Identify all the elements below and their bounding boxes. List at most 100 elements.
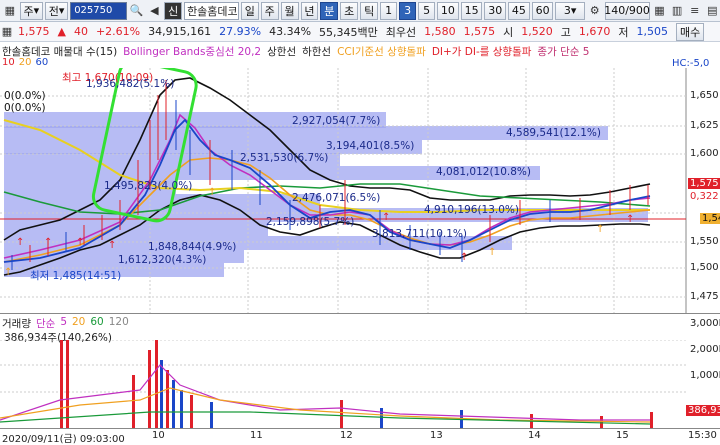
settings-icon[interactable]: ⚙: [587, 2, 603, 20]
change-percent: +2.61%: [95, 25, 141, 38]
price-tick: 1,650: [690, 90, 719, 101]
svg-text:↑: ↑: [44, 237, 52, 248]
speaker-icon[interactable]: ◀: [147, 2, 163, 20]
stock-code-input[interactable]: 025750: [70, 1, 127, 20]
bars-icon[interactable]: ▥: [669, 2, 685, 20]
volume-bars: [60, 340, 653, 428]
time-label: 12: [340, 430, 353, 441]
volume-ma-5[interactable]: 5: [60, 316, 67, 331]
volume-chart[interactable]: [0, 340, 686, 428]
period-tick[interactable]: 틱: [360, 1, 379, 20]
vp-label: 1,495,823(4.0%): [104, 180, 193, 192]
grid-icon[interactable]: ▦: [2, 2, 18, 20]
volume-ma-60[interactable]: 60: [90, 316, 103, 331]
minute-custom-select[interactable]: 3 ▾: [555, 1, 585, 20]
volume-ma-120[interactable]: 120: [109, 316, 129, 331]
change-value: 40: [73, 25, 88, 38]
market-select[interactable]: 주 ▾: [19, 1, 43, 20]
time-label: 10: [152, 430, 165, 441]
legend-volume-profile[interactable]: 한솔홈데코 매물대 수(15): [2, 44, 117, 58]
vp-label: 1,612,320(4.3%): [118, 254, 207, 266]
current-price-tag: 1,575: [688, 178, 720, 189]
low-marker: 최저 1,485(14:51): [30, 270, 122, 282]
volume-ma-label[interactable]: 단순: [36, 316, 55, 331]
pin-icon[interactable]: ▦: [0, 23, 14, 41]
ratio-percent: 43.34%: [269, 25, 312, 38]
legend-cci[interactable]: CCI기준선 상향돌파: [337, 44, 426, 58]
svg-text:↑: ↑: [76, 237, 84, 248]
svg-text:↑: ↑: [16, 237, 24, 248]
list-icon[interactable]: ≡: [687, 2, 703, 20]
legend-lower[interactable]: 하한선: [302, 44, 331, 58]
time-label: 11: [250, 430, 263, 441]
change-arrow-icon: ▲: [57, 25, 66, 38]
minute-5[interactable]: 5: [418, 1, 436, 20]
period-year[interactable]: 년: [300, 1, 319, 20]
ask-price: 1,580: [424, 25, 456, 38]
svg-text:↑: ↑: [626, 214, 634, 225]
price-tick: 1,475: [690, 291, 719, 302]
stock-name-field: 한솔홈데코: [184, 1, 239, 20]
period-day[interactable]: 일: [240, 1, 259, 20]
legend-bollinger[interactable]: Bollinger Bands중심선 20,2: [123, 44, 261, 58]
search-icon[interactable]: 🔍: [129, 2, 145, 20]
turnover-percent: 27.93%: [219, 25, 262, 38]
time-label: 13: [430, 430, 443, 441]
high-price: 1,670: [578, 25, 611, 38]
sub-tag: 0,322: [690, 191, 719, 202]
vp-label: 4,589,541(12.1%): [506, 127, 601, 139]
trade-amount: 55,345백만: [319, 25, 378, 39]
legend-di[interactable]: DI+가 DI-를 상향돌파: [432, 44, 532, 58]
svg-text:↑: ↑: [208, 187, 216, 198]
volume: 34,915,161: [148, 25, 212, 38]
legend-upper[interactable]: 상한선: [267, 44, 296, 58]
svg-text:↑: ↑: [382, 212, 390, 223]
grid-small-icon[interactable]: ▦: [652, 2, 668, 20]
legend-close-ma[interactable]: 종가 단순 5: [537, 44, 589, 58]
minute-30[interactable]: 30: [484, 1, 507, 20]
sin-button[interactable]: 신: [164, 1, 183, 20]
period-type-select[interactable]: 전 ▾: [44, 1, 69, 20]
minute-45[interactable]: 45: [508, 1, 530, 20]
low-price: 1,505: [636, 25, 669, 38]
period-second[interactable]: 초: [340, 1, 359, 20]
svg-text:↑: ↑: [108, 240, 116, 251]
indicator-legend: 한솔홈데코 매물대 수(15) Bollinger Bands중심선 20,2 …: [2, 44, 589, 58]
vp-label: 2,476,071(6.5%): [292, 192, 381, 204]
volume-ma-20[interactable]: 20: [72, 316, 85, 331]
price-tick: 1,625: [690, 120, 719, 131]
vp-label: 3,813,711(10.1%): [372, 228, 467, 240]
price-tick: 1,550: [690, 236, 719, 247]
volume-title[interactable]: 거래량: [2, 316, 31, 331]
vp-label: 2,531,530(6.7%): [240, 152, 329, 164]
period-week[interactable]: 주: [260, 1, 279, 20]
svg-text:↑: ↑: [4, 267, 12, 278]
high-label: 고: [560, 25, 571, 39]
period-minute[interactable]: 분: [320, 1, 339, 20]
quote-bar: ▦ 1,575 ▲ 40 +2.61% 34,915,161 27.93% 43…: [0, 22, 720, 42]
vp-label: 4,910,196(13.0%): [424, 204, 519, 216]
vp-label: 2,159,898(5.7%): [266, 216, 355, 228]
axis-units: 15:30: [688, 430, 717, 441]
period-month[interactable]: 월: [280, 1, 299, 20]
minute-15[interactable]: 15: [460, 1, 483, 20]
svg-text:↑: ↑: [596, 224, 604, 235]
count-field[interactable]: 140/900: [604, 1, 650, 20]
chart-icon[interactable]: ▤: [704, 2, 720, 20]
minute-3[interactable]: 3: [399, 1, 417, 20]
bid-price: 1,575: [463, 25, 496, 38]
price-tick: 1,500: [690, 262, 719, 273]
volume-tick: 3,000K: [690, 318, 720, 329]
current-price: 1,575: [18, 25, 50, 38]
vp-label: 2,927,054(7.7%): [292, 115, 381, 127]
minute-60[interactable]: 60: [531, 1, 554, 20]
buy-button[interactable]: 매수: [676, 22, 705, 41]
zero-label-1: 0(0.0%): [4, 90, 46, 102]
minute-10[interactable]: 10: [437, 1, 459, 20]
vp-label: 4,081,012(10.8%): [436, 166, 531, 178]
open-price: 1,520: [521, 25, 553, 38]
minute-1[interactable]: 1: [380, 1, 398, 20]
svg-text:↑: ↑: [460, 252, 468, 263]
zero-label-2: 0(0.0%): [4, 102, 46, 114]
time-label: 14: [528, 430, 541, 441]
